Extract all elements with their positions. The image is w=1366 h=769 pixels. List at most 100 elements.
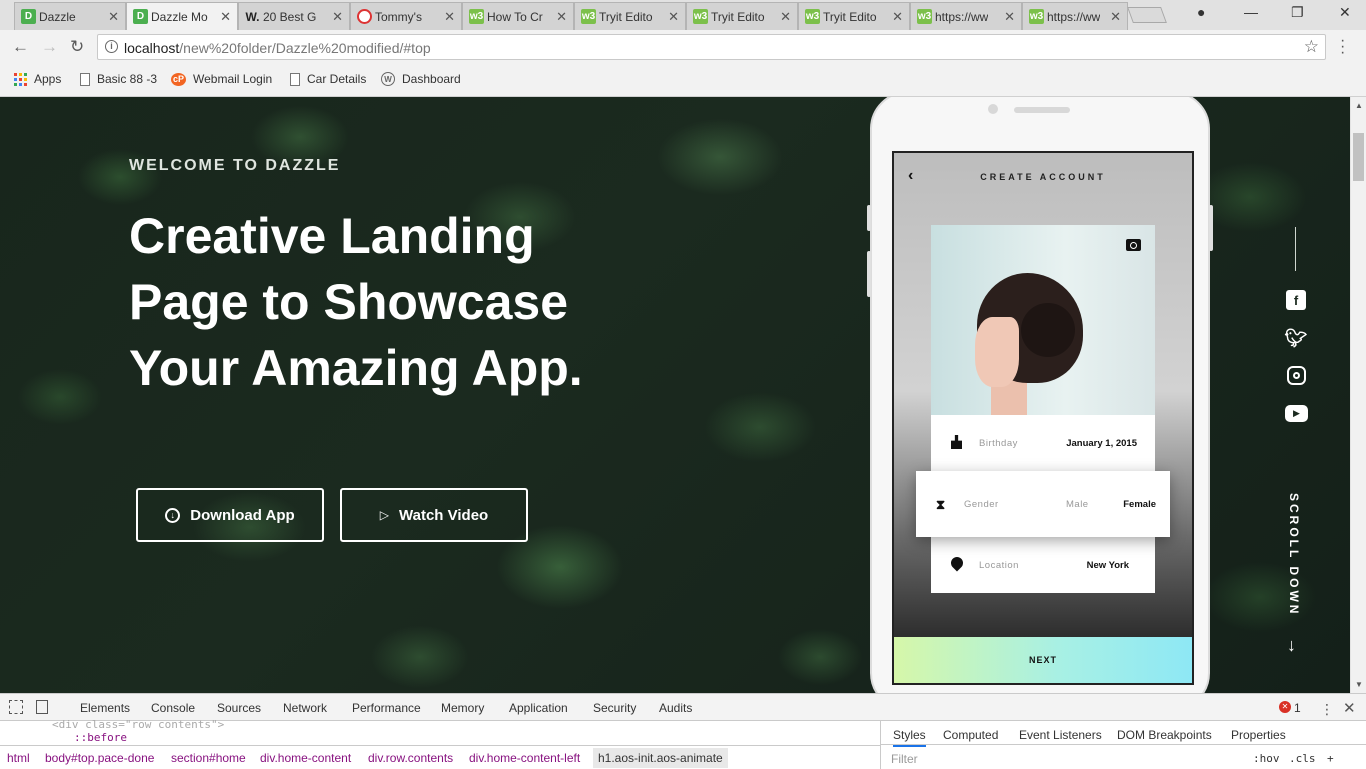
profile-icon[interactable]: ●	[1197, 4, 1205, 20]
breadcrumb-item[interactable]: div.row.contents	[368, 751, 453, 765]
close-icon[interactable]: ✕	[556, 9, 567, 25]
browser-tab[interactable]: w3 Tryit Edito ✕	[798, 2, 910, 30]
browser-tab[interactable]: Tommy's ✕	[350, 2, 462, 30]
inspect-element-icon[interactable]	[9, 700, 23, 714]
breadcrumb-item[interactable]: section#home	[171, 751, 246, 765]
close-icon[interactable]: ✕	[1004, 9, 1015, 25]
location-row[interactable]: Location New York	[931, 537, 1155, 593]
new-style-rule-button[interactable]: +	[1327, 752, 1334, 765]
forward-arrow-icon[interactable]: →	[41, 37, 58, 57]
error-count[interactable]: 1	[1294, 701, 1301, 715]
birthday-row[interactable]: Birthday January 1, 2015	[931, 415, 1155, 471]
close-icon[interactable]: ✕	[892, 9, 903, 25]
devtools-tab-sources[interactable]: Sources	[217, 701, 261, 715]
browser-tab[interactable]: D Dazzle ✕	[14, 2, 126, 30]
error-icon[interactable]: ✕	[1279, 701, 1291, 713]
window-close-icon[interactable]: ✕	[1339, 4, 1351, 21]
dom-breadcrumb: html body#top.pace-done section#home div…	[0, 745, 880, 769]
download-app-button[interactable]: ↓ Download App	[136, 488, 324, 542]
styles-filter-input[interactable]: Filter	[891, 752, 918, 766]
bookmark-car-details[interactable]: Car Details	[290, 72, 366, 86]
dazzle-favicon-icon: D	[21, 9, 36, 24]
browser-tab[interactable]: w3 https://ww ✕	[910, 2, 1022, 30]
gender-male-option[interactable]: Male	[1066, 499, 1089, 510]
devtools-close-icon[interactable]: ✕	[1343, 699, 1356, 717]
browser-tab[interactable]: w3 How To Cr ✕	[462, 2, 574, 30]
info-icon[interactable]: i	[105, 40, 118, 53]
side-tab-event-listeners[interactable]: Event Listeners	[1019, 728, 1102, 742]
close-icon[interactable]: ✕	[444, 9, 455, 25]
devtools-tab-memory[interactable]: Memory	[441, 701, 484, 715]
browser-tab[interactable]: w3 Tryit Edito ✕	[574, 2, 686, 30]
code-line[interactable]: <div class="row contents">	[52, 718, 224, 731]
back-arrow-icon[interactable]: ←	[12, 37, 29, 57]
devtools-tab-application[interactable]: Application	[509, 701, 568, 715]
address-bar[interactable]: i localhost/new%20folder/Dazzle%20modifi…	[97, 34, 1326, 60]
code-line[interactable]: ::before	[74, 731, 127, 744]
camera-icon[interactable]	[1126, 239, 1141, 251]
close-icon[interactable]: ✕	[332, 9, 343, 25]
close-icon[interactable]: ✕	[780, 9, 791, 25]
bookmark-star-icon[interactable]: ☆	[1304, 37, 1319, 57]
device-toolbar-icon[interactable]	[36, 700, 48, 714]
youtube-icon[interactable]: ▶	[1285, 405, 1308, 422]
bookmark-webmail[interactable]: cP Webmail Login	[171, 72, 272, 86]
location-pin-icon	[948, 554, 966, 572]
close-icon[interactable]: ✕	[108, 9, 119, 25]
breadcrumb-item[interactable]: html	[7, 751, 30, 765]
scroll-down-icon[interactable]: ▼	[1355, 680, 1363, 689]
tab-title: 20 Best G	[263, 9, 317, 24]
cls-toggle[interactable]: .cls	[1289, 752, 1316, 765]
close-icon[interactable]: ✕	[1110, 9, 1121, 25]
phone-speaker	[1014, 107, 1070, 113]
minimize-icon[interactable]: —	[1244, 4, 1258, 20]
page-scrollbar[interactable]: ▲ ▼	[1350, 97, 1366, 693]
devtools-menu-icon[interactable]: ⋮	[1320, 701, 1334, 718]
browser-tab[interactable]: w3 https://ww ✕	[1022, 2, 1128, 30]
next-button[interactable]: NEXT	[894, 637, 1192, 683]
page-viewport: WELCOME TO DAZZLE Creative Landing Page …	[0, 97, 1350, 693]
scroll-up-icon[interactable]: ▲	[1355, 101, 1363, 110]
devtools-tab-security[interactable]: Security	[593, 701, 636, 715]
facebook-icon[interactable]: f	[1286, 290, 1306, 310]
hov-toggle[interactable]: :hov	[1253, 752, 1280, 765]
bookmark-apps[interactable]: Apps	[14, 72, 61, 86]
restore-icon[interactable]: ❐	[1291, 4, 1304, 21]
gender-row[interactable]: ⧗ Gender Male Female	[916, 471, 1170, 537]
bookmark-dashboard[interactable]: W Dashboard	[381, 72, 461, 86]
breadcrumb-item[interactable]: div.home-content-left	[469, 751, 580, 765]
breadcrumb-item-active[interactable]: h1.aos-init.aos-animate	[593, 748, 728, 768]
side-tab-styles[interactable]: Styles	[893, 728, 926, 747]
devtools-tab-performance[interactable]: Performance	[352, 701, 421, 715]
scroll-down-label[interactable]: SCROLL DOWN	[1287, 493, 1301, 616]
arrow-down-icon[interactable]: ↓	[1287, 635, 1296, 656]
twitter-icon[interactable]: 🐦︎	[1285, 328, 1308, 348]
browser-tab[interactable]: W. 20 Best G ✕	[238, 2, 350, 30]
url-text[interactable]: localhost/new%20folder/Dazzle%20modified…	[124, 40, 431, 56]
close-icon[interactable]: ✕	[220, 9, 231, 25]
devtools-tab-network[interactable]: Network	[283, 701, 327, 715]
tab-title: Tryit Edito	[599, 9, 653, 24]
side-tab-dom-breakpoints[interactable]: DOM Breakpoints	[1117, 728, 1212, 742]
profile-photo	[931, 225, 1155, 415]
close-icon[interactable]: ✕	[668, 9, 679, 25]
breadcrumb-item[interactable]: body#top.pace-done	[45, 751, 154, 765]
breadcrumb-item[interactable]: div.home-content	[260, 751, 351, 765]
side-tab-computed[interactable]: Computed	[943, 728, 998, 742]
devtools-tab-elements[interactable]: Elements	[80, 701, 130, 715]
new-tab-button[interactable]	[1127, 7, 1167, 23]
scrollbar-thumb[interactable]	[1353, 133, 1364, 181]
devtools-tab-audits[interactable]: Audits	[659, 701, 692, 715]
browser-menu-icon[interactable]: · · ·	[1340, 33, 1345, 61]
browser-tab-active[interactable]: D Dazzle Mo ✕	[126, 2, 238, 30]
styles-pane: Styles Computed Event Listeners DOM Brea…	[880, 721, 1366, 769]
devtools-tab-console[interactable]: Console	[151, 701, 195, 715]
watch-video-button[interactable]: ▷ Watch Video	[340, 488, 528, 542]
side-tab-properties[interactable]: Properties	[1231, 728, 1286, 742]
reload-icon[interactable]: ↻	[70, 37, 84, 57]
instagram-icon[interactable]	[1287, 366, 1306, 385]
gender-female-option[interactable]: Female	[1123, 499, 1156, 510]
bookmark-basic[interactable]: Basic 88 -3	[80, 72, 157, 86]
w3schools-favicon-icon: w3	[917, 9, 932, 24]
browser-tab[interactable]: w3 Tryit Edito ✕	[686, 2, 798, 30]
